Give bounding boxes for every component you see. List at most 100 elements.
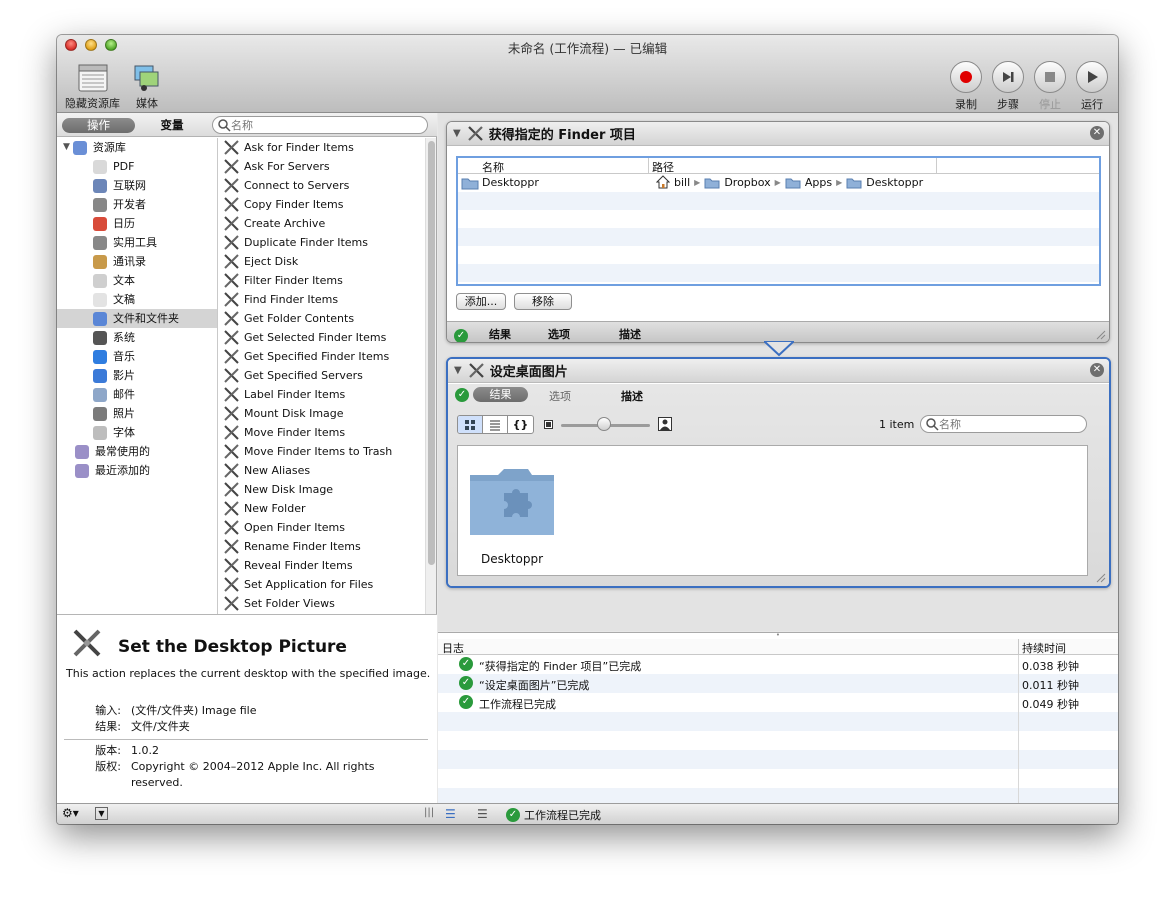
action-item[interactable]: Duplicate Finder Items [219,233,425,252]
remove-action-icon[interactable]: ✕ [1090,126,1104,140]
action-item[interactable]: Get Folder Contents [219,309,425,328]
result-item-label: Desktoppr [481,552,544,566]
action-list-scrollbar[interactable] [425,138,436,614]
library-item[interactable]: 互联网 [57,176,217,195]
action-item[interactable]: Mount Disk Image [219,404,425,423]
action-item[interactable]: New Disk Image [219,480,425,499]
gear-menu-icon[interactable]: ⚙▾ [62,806,79,820]
library-search-input[interactable]: 名称 [212,116,428,134]
action-item[interactable]: Get Specified Finder Items [219,347,425,366]
column-path[interactable]: 路径 [652,159,674,175]
finder-items-table[interactable]: 名称 路径 Desktoppr bill ▶ Dropbox ▶ Apps ▶ … [456,156,1101,286]
library-item[interactable]: 照片 [57,404,217,423]
stop-button[interactable]: 停止 [1034,61,1066,112]
tab-results[interactable]: 结果 [473,387,528,402]
action-item[interactable]: Ask for Finder Items [219,138,425,157]
code-view-button[interactable]: {} [508,416,533,433]
action-item[interactable]: Set Application for Files [219,575,425,594]
library-item[interactable]: 文本 [57,271,217,290]
disclosure-triangle-icon[interactable]: ▼ [63,138,70,157]
media-button[interactable]: 媒体 [132,63,162,111]
library-item[interactable]: 实用工具 [57,233,217,252]
action-item[interactable]: Find Finder Items [219,290,425,309]
library-tabs: 操作 变量 名称 [57,113,437,137]
action-item[interactable]: Set Folder Views [219,594,425,613]
library-item[interactable]: 日历 [57,214,217,233]
step-button[interactable]: 步骤 [992,61,1024,112]
automator-icon [224,406,239,421]
remove-action-icon[interactable]: ✕ [1090,363,1104,377]
log-column[interactable]: 日志 [442,640,464,656]
library-item[interactable]: 文件和文件夹 [57,309,217,328]
library-item[interactable]: 字体 [57,423,217,442]
duration-column[interactable]: 持续时间 [1022,640,1066,656]
footer-description[interactable]: 描述 [619,326,641,342]
variables-icon[interactable]: ☰ [477,807,488,821]
log-row[interactable]: ✓ 工作流程已完成 0.049 秒钟 [438,693,1118,712]
action-item[interactable]: New Aliases [219,461,425,480]
tab-description[interactable]: 描述 [621,388,643,404]
footer-results[interactable]: 结果 [489,326,511,342]
library-item[interactable]: 音乐 [57,347,217,366]
record-button[interactable]: 录制 [950,61,982,112]
table-row[interactable]: Desktoppr bill ▶ Dropbox ▶ Apps ▶ Deskto… [458,174,1099,192]
zoom-slider-thumb[interactable] [597,417,611,431]
action-item[interactable]: Connect to Servers [219,176,425,195]
library-item[interactable]: 影片 [57,366,217,385]
library-item[interactable]: 开发者 [57,195,217,214]
action-item[interactable]: Eject Disk [219,252,425,271]
action-item[interactable]: Rename Finder Items [219,537,425,556]
remove-button[interactable]: 移除 [514,293,572,310]
library-item[interactable]: 邮件 [57,385,217,404]
action-item[interactable]: Get Selected Finder Items [219,328,425,347]
log-row[interactable]: ✓ “获得指定的 Finder 项目”已完成 0.038 秒钟 [438,655,1118,674]
automator-icon [224,558,239,573]
action-item[interactable]: Copy Finder Items [219,195,425,214]
results-search-input[interactable]: 名称 [920,415,1087,433]
result-item[interactable] [468,465,558,537]
scrollbar-thumb[interactable] [428,141,435,565]
disclosure-triangle-icon[interactable]: ▼ [453,128,461,139]
pane-resize-icon[interactable]: ||| [424,807,434,818]
library-item[interactable]: PDF [57,157,217,176]
action-item[interactable]: Move Finder Items [219,423,425,442]
action-item[interactable]: Reveal Finder Items [219,556,425,575]
tab-actions[interactable]: 操作 [62,118,135,133]
library-item[interactable]: 通讯录 [57,252,217,271]
tab-variables[interactable]: 变量 [139,118,205,133]
library-item-label: 文本 [113,274,135,287]
list-view-button[interactable] [483,416,508,433]
disclosure-triangle-icon[interactable]: ▼ [454,365,462,376]
library-item[interactable]: 文稿 [57,290,217,309]
resize-handle-icon[interactable] [1096,330,1106,340]
action-item[interactable]: Get Specified Servers [219,366,425,385]
library-item[interactable]: 最近添加的 [57,461,217,480]
hide-library-button[interactable]: 隐藏资源库 [65,63,120,111]
library-item-label: 文稿 [113,293,135,306]
automator-icon [224,292,239,307]
large-picture-icon [658,417,672,431]
run-button[interactable]: 运行 [1076,61,1108,112]
action-item[interactable]: New Folder [219,499,425,518]
action-item[interactable]: Move Finder Items to Trash [219,442,425,461]
action-item[interactable]: Ask For Servers [219,157,425,176]
resize-handle-icon[interactable] [1096,573,1106,583]
library-item[interactable]: 系统 [57,328,217,347]
tab-options[interactable]: 选项 [549,388,571,404]
icon-view-button[interactable] [458,416,483,433]
log-rows: ✓ “获得指定的 Finder 项目”已完成 0.038 秒钟 ✓ “设定桌面图片”已完… [438,655,1118,807]
column-name[interactable]: 名称 [482,159,504,175]
action-item[interactable]: Open Finder Items [219,518,425,537]
split-view-divider[interactable]: • [438,632,1118,639]
toggle-description-icon[interactable]: ▼ [95,807,108,820]
action-item[interactable]: Filter Finder Items [219,271,425,290]
log-list-icon[interactable]: ☰ [445,807,456,821]
footer-options[interactable]: 选项 [548,326,570,342]
library-item[interactable]: ▼ 资源库 [57,138,217,157]
action-item[interactable]: Label Finder Items [219,385,425,404]
action-item[interactable]: Create Archive [219,214,425,233]
library-item[interactable]: 最常使用的 [57,442,217,461]
add-button[interactable]: 添加... [456,293,506,310]
log-row[interactable]: ✓ “设定桌面图片”已完成 0.011 秒钟 [438,674,1118,693]
automator-icon [224,577,239,592]
